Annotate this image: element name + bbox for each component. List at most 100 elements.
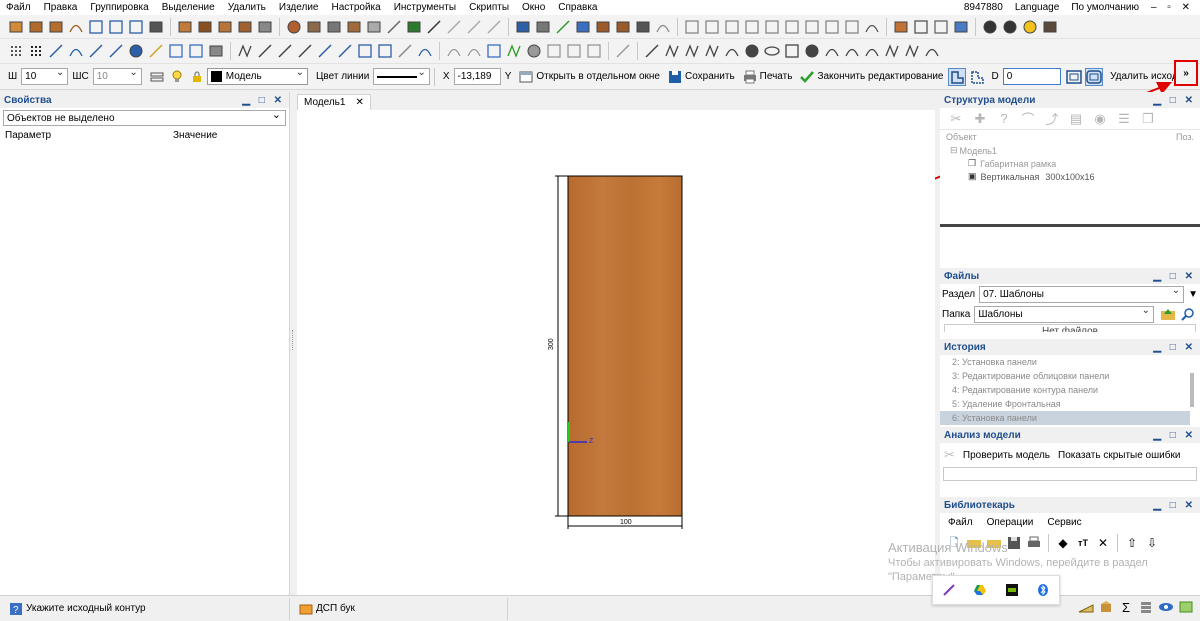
hatch-icon[interactable]: [545, 42, 563, 60]
menu-grouping[interactable]: Группировка: [84, 2, 155, 13]
crossing-icon[interactable]: [683, 42, 701, 60]
snap-hand-icon[interactable]: [207, 42, 225, 60]
mirror-icon[interactable]: [396, 42, 414, 60]
ruler-icon[interactable]: [147, 42, 165, 60]
view-eye-icon[interactable]: [1157, 598, 1175, 616]
check-model-button[interactable]: Проверить модель: [963, 450, 1050, 461]
properties-panel-controls[interactable]: ▁ □ ✕: [242, 95, 285, 106]
tree-item-panel[interactable]: ▣ Вертикальная 300x100x16: [940, 170, 1200, 183]
magnet-icon[interactable]: [67, 42, 85, 60]
view-front-icon[interactable]: [703, 18, 721, 36]
menu-settings[interactable]: Настройка: [325, 2, 387, 13]
assembly2-icon[interactable]: [614, 18, 632, 36]
shelf-icon[interactable]: [256, 18, 274, 36]
menu-window[interactable]: Окно: [516, 2, 552, 13]
cut-out-icon[interactable]: [147, 18, 165, 36]
assembly-icon[interactable]: [594, 18, 612, 36]
view-right-icon[interactable]: [843, 18, 861, 36]
folder-up-icon[interactable]: [1159, 305, 1177, 323]
vertical-panel[interactable]: [567, 175, 683, 517]
snap-edge-icon[interactable]: [187, 42, 205, 60]
check-model-icon[interactable]: ✂: [944, 447, 955, 463]
join-icon[interactable]: [525, 42, 543, 60]
curve-f-icon[interactable]: [923, 42, 941, 60]
menu-help[interactable]: Справка: [552, 2, 604, 13]
menu-edit[interactable]: Правка: [38, 2, 85, 13]
splitter-grip[interactable]: [292, 330, 295, 350]
librarian-menu-operations[interactable]: Операции: [987, 517, 1034, 528]
spline-icon[interactable]: [505, 42, 523, 60]
history-item-selected[interactable]: 6: Установка панели: [940, 411, 1190, 425]
layers-icon[interactable]: [148, 68, 166, 86]
object3d-icon[interactable]: [634, 18, 652, 36]
librarian-menu-file[interactable]: Файл: [948, 517, 973, 528]
pen-tray-icon[interactable]: [940, 581, 958, 599]
drawing-canvas[interactable]: 300 100 Z: [297, 110, 935, 595]
link-icon[interactable]: ⤴: [1043, 110, 1061, 128]
paint-icon[interactable]: [514, 18, 532, 36]
material-icon[interactable]: [1041, 18, 1059, 36]
bulb-icon[interactable]: [168, 68, 186, 86]
panel-bent-icon[interactable]: [67, 18, 85, 36]
explode-icon[interactable]: [276, 42, 294, 60]
window-controls[interactable]: – ▫ ✕: [1145, 2, 1200, 13]
report-icon[interactable]: ▤: [1067, 110, 1085, 128]
search-icon[interactable]: [1179, 305, 1197, 323]
fillet-icon[interactable]: [445, 42, 463, 60]
analysis-panel-controls[interactable]: ▁ □ ✕: [1153, 430, 1196, 441]
section-dropdown-icon[interactable]: ▼: [1188, 289, 1198, 300]
curve-e-icon[interactable]: [903, 42, 921, 60]
profile-c-icon[interactable]: [465, 18, 483, 36]
triangle-icon[interactable]: [703, 42, 721, 60]
box-icon[interactable]: [1097, 598, 1115, 616]
polyline-icon[interactable]: [663, 42, 681, 60]
bulb-icon[interactable]: [1021, 18, 1039, 36]
array-icon[interactable]: [376, 42, 394, 60]
bluetooth-icon[interactable]: [1034, 581, 1052, 599]
bracket-icon[interactable]: [405, 18, 423, 36]
nvidia-icon[interactable]: [1003, 581, 1021, 599]
show-errors-button[interactable]: Показать скрытые ошибки: [1058, 450, 1180, 461]
tools-icon[interactable]: ✂: [947, 110, 965, 128]
list-icon[interactable]: ☰: [1115, 110, 1133, 128]
google-drive-icon[interactable]: [971, 581, 989, 599]
view-iso-icon[interactable]: [743, 18, 761, 36]
lock-icon[interactable]: [188, 68, 206, 86]
curve-d-icon[interactable]: [883, 42, 901, 60]
width-step-select[interactable]: 10: [92, 67, 142, 85]
render-shade-icon[interactable]: [952, 18, 970, 36]
hardware-icon[interactable]: [365, 18, 383, 36]
snap-grid-icon[interactable]: [7, 42, 25, 60]
stretch-icon[interactable]: [336, 42, 354, 60]
line-style-select[interactable]: [373, 67, 430, 85]
move-icon[interactable]: [316, 42, 334, 60]
clip-icon[interactable]: [565, 42, 583, 60]
measure-icon[interactable]: [1077, 598, 1095, 616]
width-select[interactable]: 10: [21, 67, 69, 85]
selection-dropdown[interactable]: Объектов не выделено: [3, 108, 286, 126]
rect-tool-icon[interactable]: [783, 42, 801, 60]
tree-root[interactable]: ⊟ Модель1: [940, 144, 1200, 157]
snap-center-icon[interactable]: [127, 42, 145, 60]
ellipse-tool-icon[interactable]: [763, 42, 781, 60]
files-panel-controls[interactable]: ▁ □ ✕: [1153, 271, 1196, 282]
view-bottom-icon[interactable]: [803, 18, 821, 36]
divider-v-icon[interactable]: [107, 18, 125, 36]
render-hidden-icon[interactable]: [932, 18, 950, 36]
split-icon[interactable]: [256, 42, 274, 60]
menu-file[interactable]: Файл: [0, 2, 38, 13]
copy-icon[interactable]: ❐: [1139, 110, 1157, 128]
layer-select[interactable]: Модель: [206, 67, 309, 85]
history-item[interactable]: 3: Редактирование облицовки панели: [940, 369, 1190, 383]
tree-item-frame[interactable]: ❐ Габаритная рамка: [940, 157, 1200, 170]
snap-face-icon[interactable]: [167, 42, 185, 60]
view-left-icon[interactable]: [823, 18, 841, 36]
profile-menu[interactable]: По умолчанию: [1065, 2, 1145, 13]
view-side-icon[interactable]: [723, 18, 741, 36]
history-item[interactable]: 2: Установка панели: [940, 355, 1190, 369]
history-item[interactable]: 4: Редактирование контура панели: [940, 383, 1190, 397]
add-icon[interactable]: ✚: [971, 110, 989, 128]
ball-icon[interactable]: [285, 18, 303, 36]
texture-icon[interactable]: [534, 18, 552, 36]
offset-icon[interactable]: [485, 42, 503, 60]
